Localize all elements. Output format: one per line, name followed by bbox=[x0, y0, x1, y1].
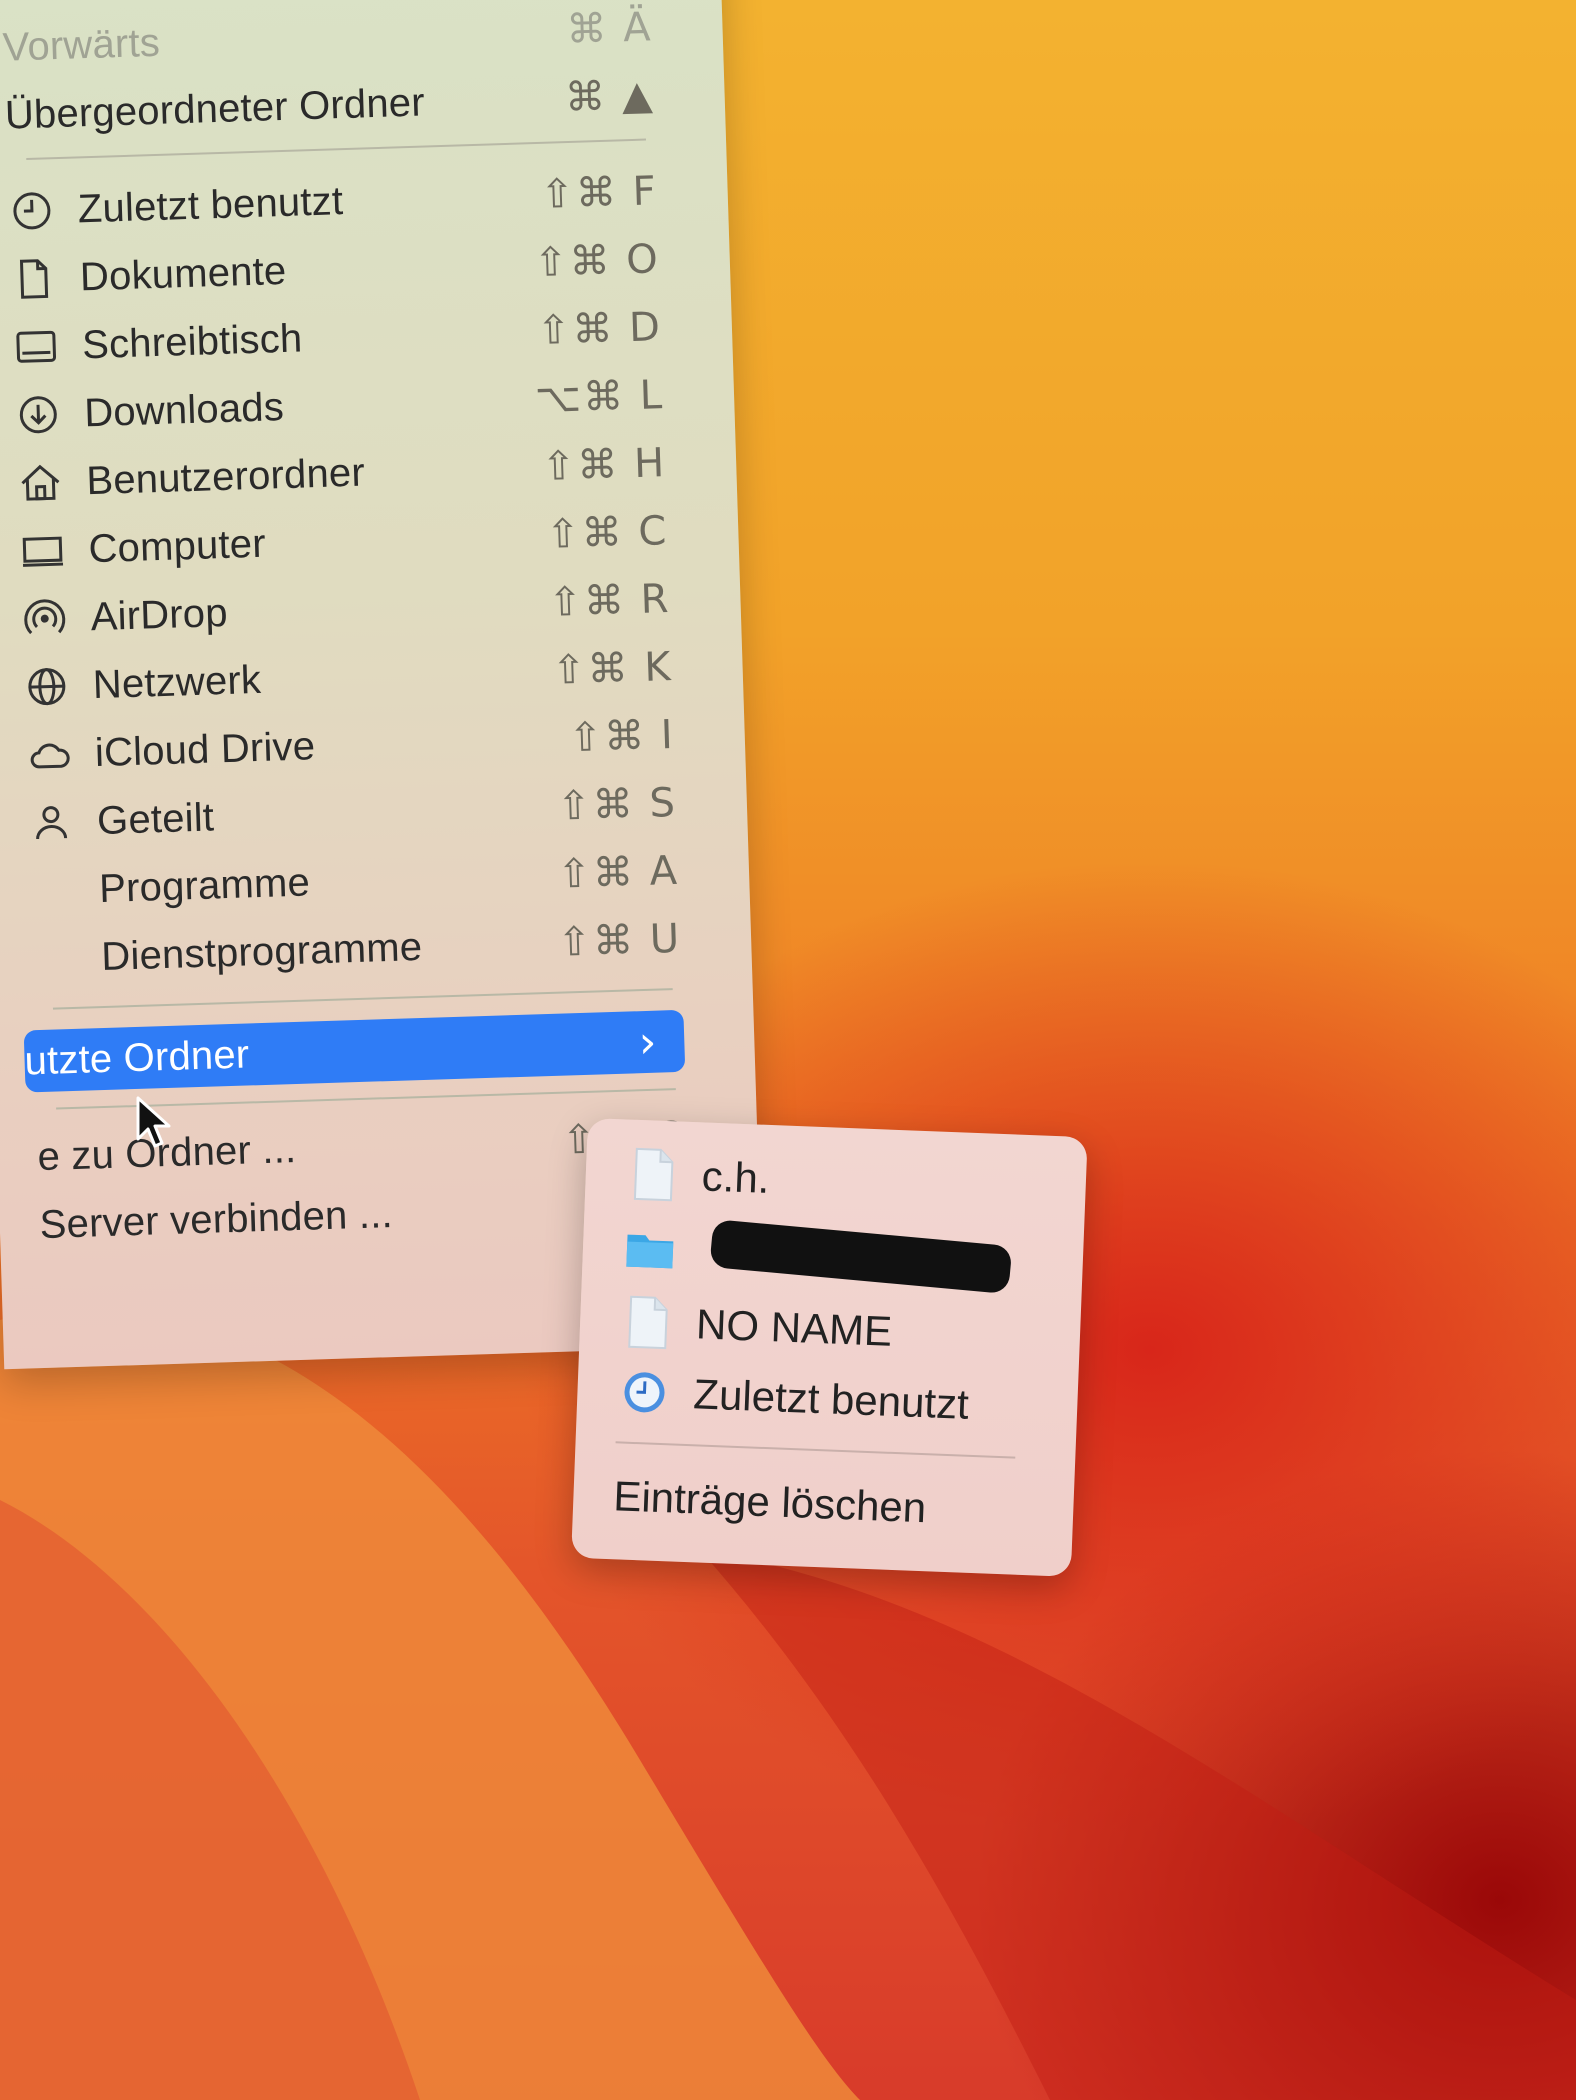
menu-item-label: Programme bbox=[98, 859, 311, 911]
submenu-item-label: c.h. bbox=[700, 1152, 771, 1202]
globe-icon bbox=[22, 662, 71, 711]
airdrop-icon bbox=[20, 594, 69, 643]
menu-item-shortcut: ⇧⌘ U bbox=[556, 915, 682, 966]
menu-item-shortcut: ⇧⌘ I bbox=[567, 711, 676, 762]
redaction-mark bbox=[709, 1219, 1013, 1295]
menu-item-shortcut: ⇧⌘ D bbox=[536, 304, 663, 355]
menu-item-label: Zuletzt benutzt bbox=[77, 178, 344, 231]
menu-item-label: AirDrop bbox=[90, 590, 229, 639]
menu-item-shortcut: ⇧⌘ S bbox=[556, 779, 678, 830]
computer-icon bbox=[18, 526, 67, 575]
shared-icon bbox=[26, 798, 75, 847]
folder-icon bbox=[622, 1220, 678, 1276]
menu-item-label: utzte Ordner bbox=[23, 1031, 250, 1084]
menu-item-shortcut: ⇧⌘ C bbox=[545, 508, 670, 558]
chevron-right-icon: › bbox=[637, 1016, 658, 1068]
menu-item-label: Netzwerk bbox=[92, 657, 262, 707]
submenu-separator bbox=[615, 1441, 1016, 1459]
menu-item-shortcut: ⇧⌘ A bbox=[556, 847, 680, 898]
submenu-item-redacted-folder[interactable] bbox=[622, 1215, 1054, 1295]
menu-item-label: Dienstprogramme bbox=[100, 924, 423, 979]
menu-item-shortcut: ⇧⌘ H bbox=[541, 440, 667, 490]
menu-item-label: Vorwärts bbox=[2, 20, 161, 70]
clock-icon bbox=[616, 1364, 672, 1420]
menu-item-utilities[interactable]: Dienstprogramme ⇧⌘ U bbox=[30, 907, 712, 990]
menu-item-shortcut: ⌥⌘ L bbox=[534, 372, 665, 423]
home-icon bbox=[16, 458, 65, 507]
menu-item-recent-folders[interactable]: utzte Ordner › bbox=[23, 1009, 686, 1093]
submenu-item-label: NO NAME bbox=[695, 1300, 893, 1355]
cloud-icon bbox=[24, 730, 73, 779]
menu-item-label: Server verbinden ... bbox=[39, 1191, 394, 1247]
utilities-icon bbox=[31, 934, 80, 983]
applications-icon bbox=[29, 866, 78, 915]
menu-item-shortcut: ⌘ ▲ bbox=[564, 72, 656, 122]
clear-menu-label: Einträge löschen bbox=[612, 1472, 928, 1532]
submenu-item-no-name[interactable]: NO NAME bbox=[619, 1289, 1051, 1369]
menu-item-label: Computer bbox=[87, 521, 267, 571]
clock-icon bbox=[7, 186, 56, 235]
menu-item-label: Downloads bbox=[83, 384, 285, 435]
menu-item-label: iCloud Drive bbox=[94, 723, 316, 775]
document-icon bbox=[9, 254, 58, 303]
menu-item-label: Schreibtisch bbox=[81, 315, 304, 367]
download-icon bbox=[14, 390, 63, 439]
desktop-icon bbox=[11, 322, 60, 371]
menu-item-shortcut: ⇧⌘ F bbox=[539, 168, 659, 218]
submenu-item-recents[interactable]: Zuletzt benutzt bbox=[616, 1359, 1048, 1439]
menu-item-label: Benutzerordner bbox=[85, 450, 366, 503]
menu-item-shortcut: ⇧⌘ R bbox=[547, 576, 672, 626]
menu-item-shortcut: ⌘ Ä bbox=[565, 4, 654, 53]
file-icon bbox=[619, 1294, 675, 1350]
clear-menu-button[interactable]: Einträge löschen bbox=[612, 1464, 1044, 1544]
menu-separator bbox=[52, 988, 673, 1010]
file-icon bbox=[625, 1147, 681, 1203]
submenu-item-label: Zuletzt benutzt bbox=[692, 1370, 970, 1428]
recent-folders-submenu: c.h. NO NAME Zuletzt benutzt Einträge lö… bbox=[571, 1118, 1088, 1577]
mouse-pointer-icon bbox=[136, 1096, 171, 1148]
submenu-item-ch[interactable]: c.h. bbox=[625, 1142, 1057, 1222]
menu-item-label: Übergeordneter Ordner bbox=[4, 79, 426, 138]
menu-item-shortcut: ⇧⌘ K bbox=[551, 643, 674, 694]
menu-item-label: Geteilt bbox=[96, 794, 215, 843]
menu-item-enclosing-folder[interactable]: Übergeordneter Ordner ⌘ ▲ bbox=[4, 63, 686, 146]
menu-item-shortcut: ⇧⌘ O bbox=[533, 236, 661, 287]
menu-item-label: Dokumente bbox=[79, 248, 287, 299]
